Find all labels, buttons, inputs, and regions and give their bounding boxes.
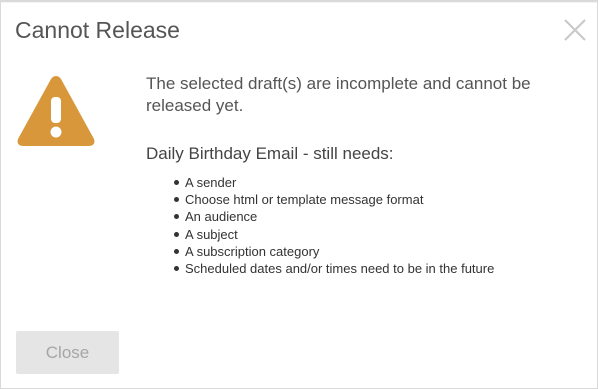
top-shadow	[1, 1, 597, 3]
warning-icon	[17, 76, 95, 146]
needs-heading: Daily Birthday Email - still needs:	[146, 144, 394, 163]
needs-item-sender: A sender	[173, 174, 494, 191]
needs-item-scheduled-dates: Scheduled dates and/or times need to be …	[173, 261, 495, 277]
needs-item-subscription-category: A subscription category	[173, 243, 494, 260]
incomplete-message: The selected draft(s) are incomplete and…	[146, 74, 531, 115]
needs-item-subject: A subject	[173, 226, 494, 243]
close-icon[interactable]	[562, 17, 588, 43]
close-button[interactable]: Close	[16, 331, 119, 374]
dialog-title: Cannot Release	[15, 17, 180, 43]
cannot-release-dialog: Cannot Release The selected draft(s) are…	[0, 0, 598, 389]
needs-item-audience: An audience	[173, 208, 494, 225]
needs-list: A sender Choose html or template message…	[173, 174, 495, 277]
needs-item-format: Choose html or template message format	[173, 191, 494, 208]
